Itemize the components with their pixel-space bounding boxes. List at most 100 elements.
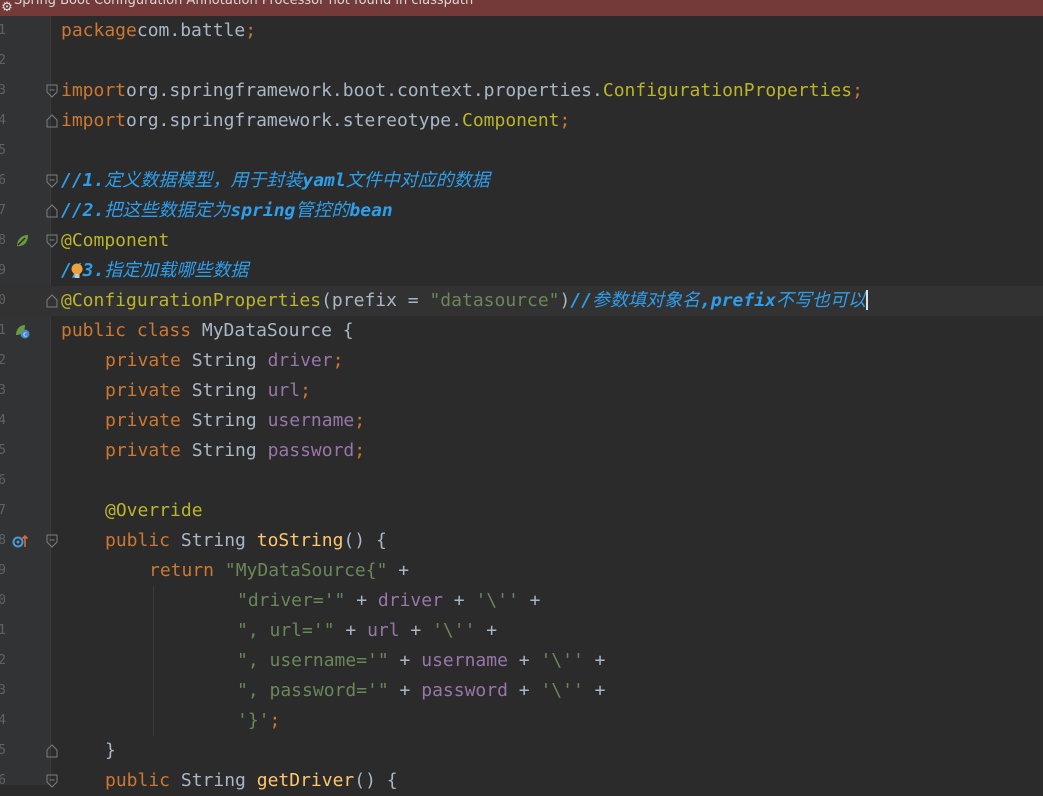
code-token: ; [300,380,311,401]
code-token: ; [559,110,571,131]
fold-end-icon[interactable] [46,204,58,218]
code-text[interactable]: packagecom.battle; [61,16,256,46]
code-line-current[interactable]: 0 @ConfigurationProperties(prefix = "dat… [0,286,1043,316]
code-line[interactable]: 5 private String password; [0,436,1043,466]
code-token: + [399,620,433,641]
code-token: () { [343,530,387,551]
code-text[interactable]: } [105,736,116,766]
code-editor[interactable]: 1 packagecom.battle; 2 3 importorg.spring… [0,16,1043,791]
code-line[interactable]: 4 importorg.springframework.stereotype.C… [0,106,1043,136]
code-text[interactable]: importorg.springframework.boot.context.p… [61,76,863,106]
code-line[interactable]: 8 @Component [0,226,1043,256]
code-line[interactable]: 8 public String toString() { [0,526,1043,556]
line-number: 8 [0,533,6,548]
code-text[interactable]: //2.把这些数据定为spring管控的bean [61,196,393,226]
code-text[interactable]: private String driver; [105,346,343,376]
code-text[interactable]: @ConfigurationProperties(prefix = "datas… [61,286,868,316]
code-line[interactable]: 6 //1.定义数据模型，用于封装yaml文件中对应的数据 [0,166,1043,196]
code-token: password [267,440,355,461]
code-text[interactable]: ", url='" + url + '\'' + [237,616,497,646]
code-token: driver [267,350,333,371]
code-text[interactable]: private String url; [105,376,311,406]
code-text[interactable]: //3.指定加载哪些数据 [61,256,248,286]
code-line[interactable]: 4 '}'; [0,706,1043,736]
line-number: 0 [0,293,6,308]
line-number: 9 [0,563,6,578]
code-token: String [180,410,268,431]
code-line[interactable]: 2 [0,46,1043,76]
fold-end-icon[interactable] [46,114,58,128]
fold-start-icon[interactable] [46,534,58,548]
code-token: getDriver [256,770,355,791]
code-token: '}' [237,710,270,731]
code-text[interactable]: public String getDriver() { [105,766,398,796]
spring-class-icon[interactable]: c [14,323,30,339]
override-method-icon[interactable] [12,533,28,549]
code-line[interactable]: 5 } [0,736,1043,766]
line-number: 2 [0,53,6,68]
code-token: import [61,80,127,101]
fold-end-icon[interactable] [46,294,58,308]
fold-start-icon[interactable] [46,774,58,788]
fold-start-icon[interactable] [46,84,58,98]
code-text[interactable]: ", password='" + password + '\'' + [237,676,606,706]
code-token: '\'' [540,680,584,701]
line-number: 7 [0,203,6,218]
code-text[interactable]: private String username; [105,406,365,436]
code-line[interactable]: 9 //3.指定加载哪些数据 [0,256,1043,286]
code-line[interactable]: 6 [0,466,1043,496]
code-text[interactable]: "driver='" + driver + '\'' + [237,586,540,616]
code-line[interactable]: 7 @Override [0,496,1043,526]
line-number: 9 [0,263,6,278]
code-token: driver [377,590,443,611]
code-token: "MyDataSource{" [224,560,388,581]
code-line[interactable]: 2 ", username='" + username + '\'' + [0,646,1043,676]
code-line[interactable]: 5 [0,136,1043,166]
code-line[interactable]: 4 private String username; [0,406,1043,436]
code-token: private [105,410,181,431]
code-text[interactable]: ", username='" + username + '\'' + [237,646,606,676]
code-line[interactable]: 1 c public class MyDataSource { [0,316,1043,346]
text-caret [865,290,868,310]
code-line[interactable]: 7 //2.把这些数据定为spring管控的bean [0,196,1043,226]
code-text[interactable]: public class MyDataSource { [61,316,354,346]
code-token: ; [852,80,863,101]
code-text[interactable]: return "MyDataSource{" + [149,556,409,586]
line-number: 1 [0,23,6,38]
code-token: "datasource" [429,290,560,311]
code-token: ", password='" [237,680,389,701]
code-text[interactable]: importorg.springframework.stereotype.Com… [61,106,570,136]
code-text[interactable]: private String password; [105,436,365,466]
code-text[interactable]: '}'; [237,706,280,736]
line-number: 2 [0,653,6,668]
code-line[interactable]: 3 ", password='" + password + '\'' + [0,676,1043,706]
line-number: 4 [0,713,6,728]
fold-start-icon[interactable] [46,174,58,188]
code-line[interactable]: 3 private String url; [0,376,1043,406]
spring-bean-icon[interactable] [14,233,30,249]
code-line[interactable]: 2 private String driver; [0,346,1043,376]
code-line[interactable]: 6 public String getDriver() { [0,766,1043,796]
code-line[interactable]: 0 "driver='" + driver + '\'' + [0,586,1043,616]
code-line[interactable]: 3 importorg.springframework.boot.context… [0,76,1043,106]
code-text[interactable]: @Component [61,226,169,256]
code-line[interactable]: 1 ", url='" + url + '\'' + [0,616,1043,646]
code-token: + [388,650,422,671]
code-token: '\'' [475,590,519,611]
lightbulb-icon[interactable] [70,262,84,280]
code-token: '\'' [432,620,476,641]
fold-end-icon[interactable] [46,744,58,758]
code-token: '\'' [540,650,584,671]
code-token: + [518,590,541,611]
code-token: + [583,650,606,671]
code-token: ", username='" [237,650,389,671]
code-text[interactable]: @Override [105,496,203,526]
code-line[interactable]: 9 return "MyDataSource{" + [0,556,1043,586]
code-token: //1.定义数据模型，用于封装yaml文件中对应的数据 [61,170,490,191]
code-text[interactable]: //1.定义数据模型，用于封装yaml文件中对应的数据 [61,166,490,196]
code-line[interactable]: 1 packagecom.battle; [0,16,1043,46]
code-text[interactable]: public String toString() { [105,526,387,556]
fold-start-icon[interactable] [46,234,58,248]
code-token: (prefix = [321,290,430,311]
processor-warning-banner[interactable]: ⚙Spring Boot Configuration Annotation Pr… [0,0,1043,16]
